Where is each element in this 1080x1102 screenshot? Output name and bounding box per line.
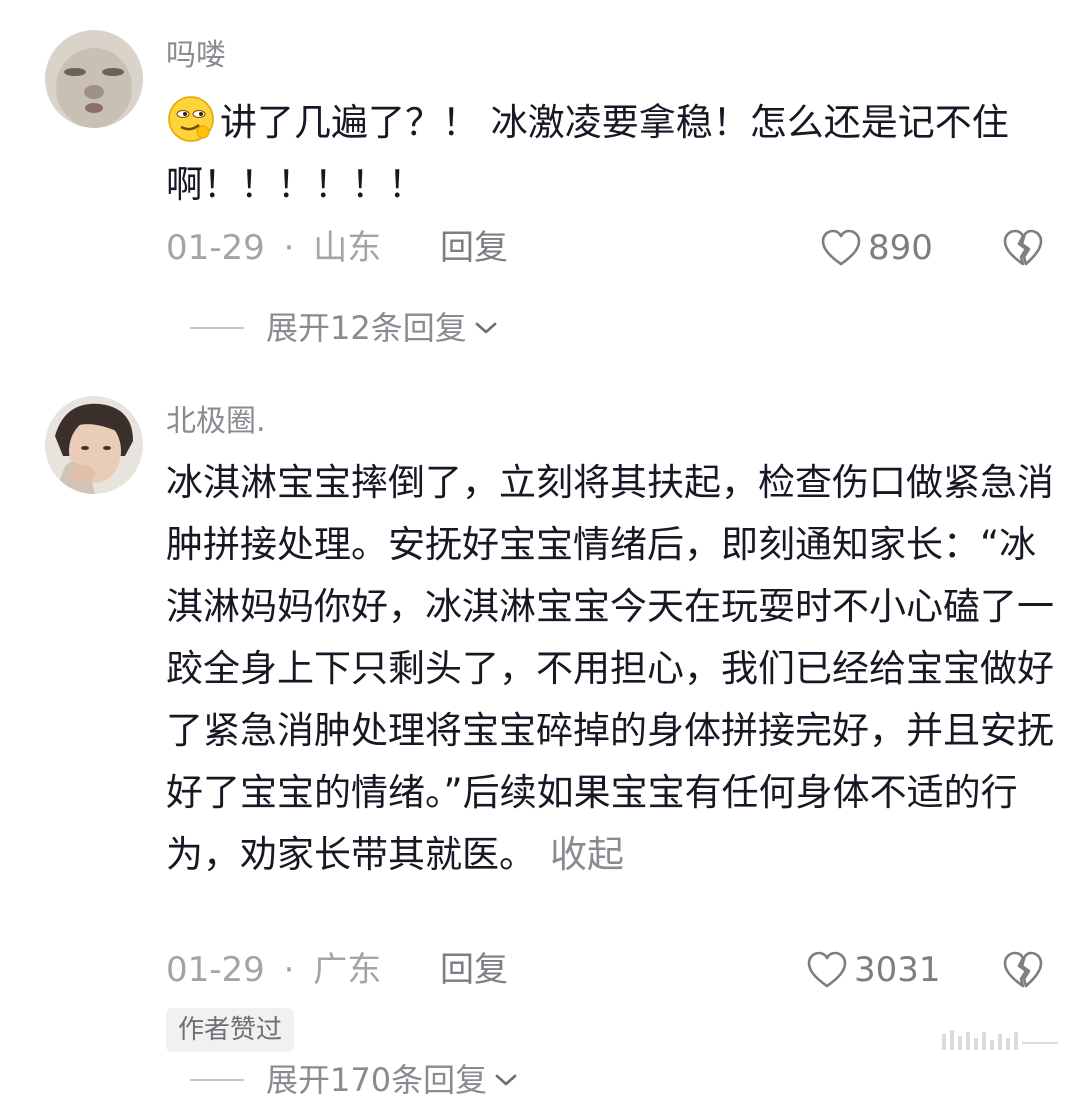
like-button[interactable]: 890: [820, 226, 933, 270]
username[interactable]: 北极圈.: [166, 402, 266, 442]
dislike-button[interactable]: [1002, 228, 1044, 268]
expand-replies-label: 展开170条回复: [266, 1061, 488, 1099]
like-button[interactable]: 3031: [806, 948, 941, 992]
expand-replies-button[interactable]: 展开12条回复: [190, 306, 499, 350]
comment-location: 山东: [313, 228, 382, 268]
comment-text: 冰淇淋宝宝摔倒了，立刻将其扶起，检查伤口做紧急消肿拼接处理。安抚好宝宝情绪后，即…: [166, 452, 1056, 886]
comment-text-content: 冰淇淋宝宝摔倒了，立刻将其扶起，检查伤口做紧急消肿拼接处理。安抚好宝宝情绪后，即…: [166, 461, 1054, 876]
avatar[interactable]: [45, 30, 143, 128]
comment-meta: 01-29 · 广东 回复: [166, 948, 508, 992]
watermark-graphic: [942, 1030, 1058, 1050]
comment-date: 01-29: [166, 228, 265, 268]
comment-text: 讲了几遍了？！ 冰激凌要拿稳！怎么还是记不住啊！！！！！！: [166, 92, 1056, 216]
author-liked-badge: 作者赞过: [166, 1008, 295, 1052]
broken-heart-icon: [1003, 229, 1043, 266]
meta-separator: ·: [283, 950, 295, 990]
divider-line: [190, 327, 244, 329]
divider-line: [190, 1079, 244, 1081]
expand-replies-label: 展开12条回复: [266, 309, 467, 347]
expand-replies-button[interactable]: 展开170条回复: [190, 1058, 519, 1102]
chevron-down-icon: [475, 322, 497, 334]
avatar-image: [45, 396, 143, 494]
meta-separator: ·: [283, 228, 295, 268]
watermark: [942, 1028, 1062, 1050]
reply-button[interactable]: 回复: [440, 228, 508, 268]
avatar[interactable]: [45, 396, 143, 494]
like-count: 3031: [854, 950, 941, 990]
collapse-button[interactable]: 收起: [550, 833, 624, 876]
username[interactable]: 吗喽: [166, 36, 226, 76]
reply-button[interactable]: 回复: [440, 950, 508, 990]
heart-icon: [821, 229, 861, 266]
comment-meta: 01-29 · 山东 回复: [166, 226, 508, 270]
comment-text-content: 讲了几遍了？！ 冰激凌要拿稳！怎么还是记不住啊！！！！！！: [166, 101, 1009, 206]
like-count: 890: [868, 228, 933, 268]
heart-icon: [807, 951, 847, 988]
smirk-face-emoji-icon: [166, 94, 216, 144]
comment-location: 广东: [313, 950, 382, 990]
broken-heart-icon: [1003, 951, 1043, 988]
comment-date: 01-29: [166, 950, 265, 990]
chevron-down-icon: [495, 1074, 517, 1086]
avatar-image: [45, 30, 143, 128]
dislike-button[interactable]: [1002, 950, 1044, 990]
